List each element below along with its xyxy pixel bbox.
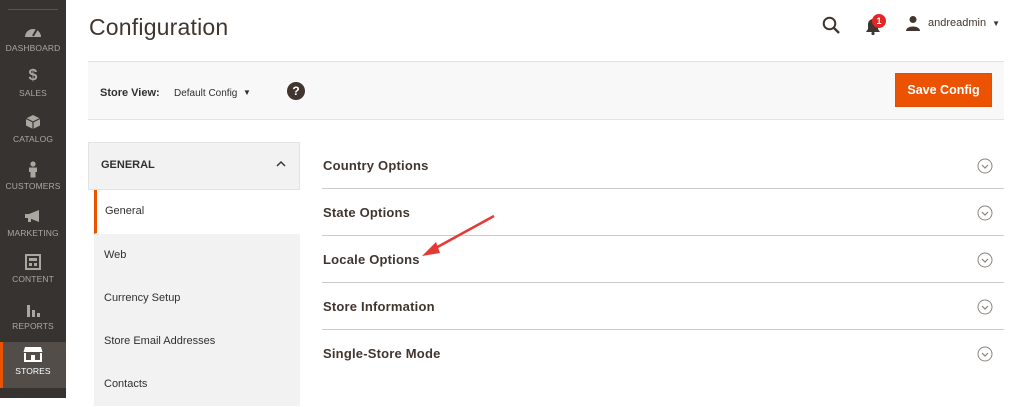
circle-chevron-down-icon [977, 205, 993, 221]
nav-reports[interactable]: REPORTS [0, 297, 66, 343]
nav-stores-label: STORES [15, 366, 51, 376]
section-single-store-mode[interactable]: Single-Store Mode [322, 330, 1004, 377]
store-view-bar: Store View: Default Config ▼ ? Save Conf… [88, 61, 1004, 120]
page-title: Configuration [89, 14, 229, 40]
nav-dashboard[interactable]: DASHBOARD [0, 19, 66, 65]
layout-icon [22, 253, 44, 271]
section-title: State Options [323, 205, 411, 220]
store-view-switcher[interactable]: Default Config [174, 88, 237, 99]
chevron-down-icon[interactable]: ▼ [243, 88, 251, 97]
config-tab-general[interactable]: General [94, 190, 300, 234]
chevron-up-icon [275, 157, 287, 169]
user-account-menu[interactable]: andreadmin ▼ [905, 15, 1000, 31]
cube-icon [22, 113, 44, 131]
username: andreadmin [928, 17, 987, 29]
save-config-button[interactable]: Save Config [895, 73, 992, 107]
nav-marketing-label: MARKETING [7, 228, 59, 238]
config-tab-store-email-addresses[interactable]: Store Email Addresses [94, 320, 300, 364]
section-state-options[interactable]: State Options [322, 189, 1004, 236]
section-title: Single-Store Mode [323, 346, 441, 361]
user-icon [905, 15, 921, 31]
config-tab-label: Web [104, 249, 127, 261]
config-tab-contacts[interactable]: Contacts [94, 363, 300, 407]
config-tab-group-label: GENERAL [101, 159, 155, 171]
chevron-down-icon: ▼ [992, 18, 1001, 28]
config-tab-group-general[interactable]: GENERAL [88, 142, 300, 190]
help-icon[interactable]: ? [287, 82, 305, 100]
store-view-label: Store View: [100, 87, 160, 99]
nav-sales[interactable]: $ SALES [0, 64, 66, 110]
storefront-icon [22, 345, 44, 363]
config-tab-currency-setup[interactable]: Currency Setup [94, 277, 300, 321]
bar-chart-icon [22, 300, 44, 318]
nav-content[interactable]: CONTENT [0, 250, 66, 296]
section-title: Store Information [323, 299, 435, 314]
config-tab-label: Currency Setup [104, 292, 181, 304]
nav-stores[interactable]: STORES [0, 342, 66, 388]
nav-reports-label: REPORTS [12, 321, 54, 331]
person-icon [22, 160, 44, 178]
search-icon[interactable] [822, 16, 840, 34]
config-tab-web[interactable]: Web [94, 234, 300, 278]
admin-sidebar: DASHBOARD $ SALES CATALOG CUSTOMERS MARK… [0, 0, 66, 398]
dollar-icon: $ [28, 67, 38, 84]
nav-dashboard-label: DASHBOARD [5, 43, 61, 53]
nav-customers[interactable]: CUSTOMERS [0, 157, 66, 203]
megaphone-icon [22, 207, 44, 225]
notification-count-badge: 1 [872, 14, 886, 28]
config-tabs-panel: GENERAL General Web Currency Setup Store… [88, 142, 300, 407]
circle-chevron-down-icon [977, 252, 993, 268]
section-title: Locale Options [323, 252, 420, 267]
nav-marketing[interactable]: MARKETING [0, 204, 66, 250]
nav-content-label: CONTENT [12, 274, 54, 284]
section-title: Country Options [323, 158, 429, 173]
config-tab-label: Store Email Addresses [104, 335, 216, 347]
section-locale-options[interactable]: Locale Options [322, 236, 1004, 283]
circle-chevron-down-icon [977, 158, 993, 174]
nav-catalog[interactable]: CATALOG [0, 110, 66, 156]
nav-catalog-label: CATALOG [12, 134, 54, 144]
sidebar-logo-divider [8, 9, 58, 10]
nav-customers-label: CUSTOMERS [5, 181, 61, 191]
section-store-information[interactable]: Store Information [322, 283, 1004, 330]
config-tab-label: Contacts [104, 378, 148, 390]
nav-sales-label: SALES [19, 88, 47, 98]
config-tab-label: General [105, 205, 145, 217]
circle-chevron-down-icon [977, 346, 993, 362]
section-country-options[interactable]: Country Options [322, 142, 1004, 189]
dashboard-icon [22, 22, 44, 40]
circle-chevron-down-icon [977, 299, 993, 315]
